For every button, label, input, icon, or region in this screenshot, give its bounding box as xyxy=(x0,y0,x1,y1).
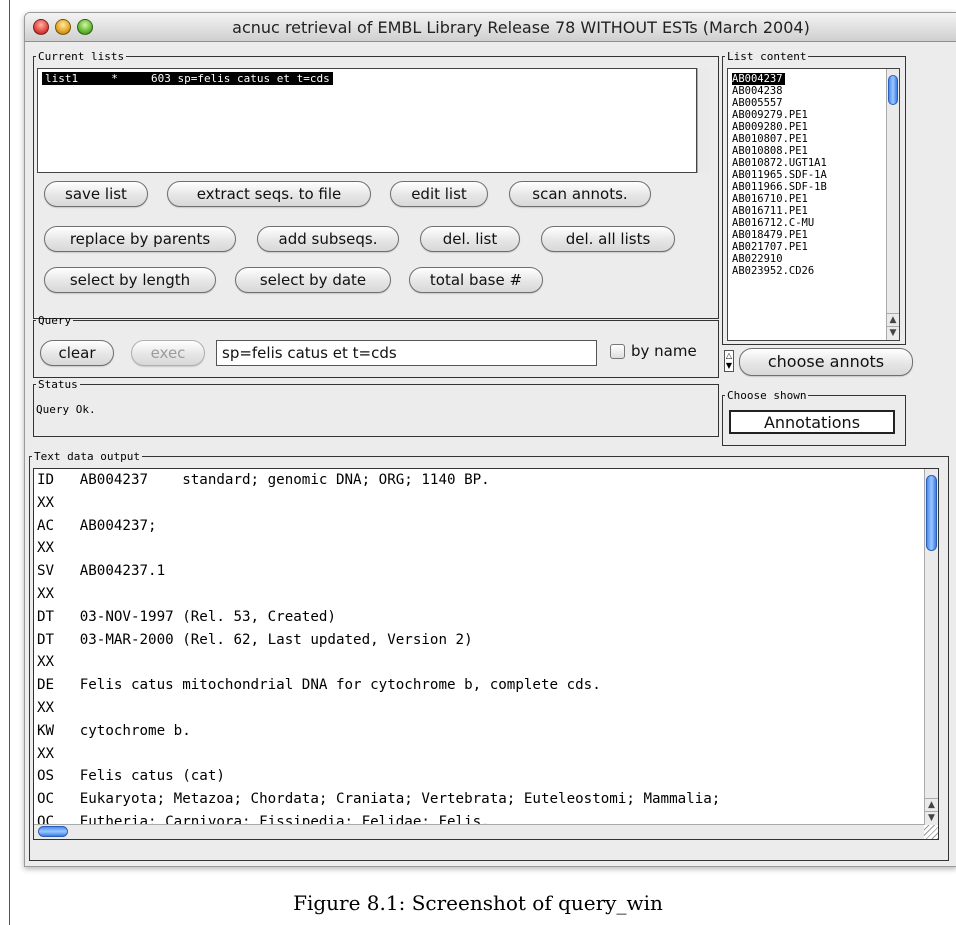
current-lists-scrollbar[interactable] xyxy=(697,68,710,173)
scroll-up-arrow-icon[interactable]: ▲ xyxy=(887,313,899,327)
text-output-line: DE Felis catus mitochondrial DNA for cyt… xyxy=(37,677,601,694)
scroll-down-arrow-icon[interactable]: ▼ xyxy=(887,326,899,340)
text-output-line: KW cytochrome b. xyxy=(37,722,191,739)
text-output-line: XX xyxy=(37,540,55,557)
text-output-line: XX xyxy=(37,494,55,511)
list-content-item[interactable]: AB009279.PE1 xyxy=(732,109,827,121)
text-output-line: XX xyxy=(37,745,55,762)
text-output-legend: Text data output xyxy=(34,450,140,463)
choose-annots-button[interactable]: choose annots xyxy=(739,348,913,376)
text-output-line: OC Eukaryota; Metazoa; Chordata; Craniat… xyxy=(37,791,721,808)
list-content-item[interactable]: AB010872.UGT1A1 xyxy=(732,157,827,169)
list-content-box[interactable]: AB004237 AB004238 AB005557 AB009279.PE1 AB00… xyxy=(727,68,900,341)
save-list-button[interactable]: save list xyxy=(44,181,148,207)
text-output-hscrollbar[interactable] xyxy=(34,824,924,839)
choose-shown-legend: Choose shown xyxy=(727,389,807,402)
choose-shown-select[interactable]: Annotations xyxy=(729,410,895,434)
list-content-item[interactable]: AB004238 xyxy=(732,85,827,97)
text-scroll-up-arrow-icon[interactable]: ▲ xyxy=(925,798,938,812)
list-content-scrollbar[interactable]: ▲ ▼ xyxy=(886,69,899,340)
page-margin-rule xyxy=(9,0,10,925)
list-content-item[interactable]: AB016712.C-MU xyxy=(732,217,827,229)
list-content-item[interactable]: AB021707.PE1 xyxy=(732,241,827,253)
by-name-label: by name xyxy=(631,342,697,360)
title-bar[interactable]: acnuc retrieval of EMBL Library Release … xyxy=(25,13,956,42)
text-output-line: DT 03-NOV-1997 (Rel. 53, Created) xyxy=(37,608,336,625)
text-output-hscroll-thumb[interactable] xyxy=(38,826,68,837)
exec-button[interactable]: exec xyxy=(131,340,205,366)
select-by-length-button[interactable]: select by length xyxy=(44,267,216,293)
text-scroll-down-arrow-icon[interactable]: ▼ xyxy=(925,811,938,825)
list-content-item[interactable]: AB016711.PE1 xyxy=(732,205,827,217)
status-text: Query Ok. xyxy=(36,403,96,416)
text-output-area[interactable]: ID AB004237 standard; genomic DNA; ORG; … xyxy=(33,468,939,840)
list-content-item[interactable]: AB011965.SDF-1A xyxy=(732,169,827,181)
scan-annots-button[interactable]: scan annots. xyxy=(509,181,651,207)
query-window: acnuc retrieval of EMBL Library Release … xyxy=(24,12,956,867)
clear-button[interactable]: clear xyxy=(40,340,114,366)
annots-stepper-icon[interactable]: △ ▼ xyxy=(724,350,734,372)
text-output-line: XX xyxy=(37,654,55,671)
list-content-item[interactable]: AB011966.SDF-1B xyxy=(732,181,827,193)
list-content-item[interactable]: AB009280.PE1 xyxy=(732,121,827,133)
text-output-line: XX xyxy=(37,585,55,602)
text-output-lines: ID AB004237 standard; genomic DNA; ORG; … xyxy=(37,469,720,834)
select-by-date-button[interactable]: select by date xyxy=(235,267,391,293)
text-output-line: SV AB004237.1 xyxy=(37,563,166,580)
extract-seqs-button[interactable]: extract seqs. to file xyxy=(167,181,371,207)
text-output-line: XX xyxy=(37,699,55,716)
current-lists-legend: Current lists xyxy=(38,50,125,63)
list-content-items: AB004237 AB004238 AB005557 AB009279.PE1 AB00… xyxy=(732,73,827,277)
zoom-window-icon[interactable] xyxy=(77,19,93,35)
add-subseqs-button[interactable]: add subseqs. xyxy=(257,226,399,252)
text-output-line: ID AB004237 standard; genomic DNA; ORG; … xyxy=(37,472,490,488)
list-content-item[interactable]: AB022910 xyxy=(732,253,827,265)
minimize-window-icon[interactable] xyxy=(55,19,71,35)
list-row-list1[interactable]: list1 * 603 sp=felis catus et t=cds xyxy=(42,72,333,85)
window-title: acnuc retrieval of EMBL Library Release … xyxy=(232,18,810,37)
by-name-checkbox[interactable] xyxy=(610,344,625,359)
text-output-line: OS Felis catus (cat) xyxy=(37,768,225,785)
list-content-item[interactable]: AB023952.CD26 xyxy=(732,265,827,277)
list-content-item[interactable]: AB004237 xyxy=(732,73,785,85)
status-legend: Status xyxy=(38,378,78,391)
query-input[interactable]: sp=felis catus et t=cds xyxy=(216,340,597,366)
replace-by-parents-button[interactable]: replace by parents xyxy=(44,226,236,252)
list-content-item[interactable]: AB005557 xyxy=(732,97,827,109)
resize-grip-icon[interactable] xyxy=(924,825,938,839)
query-legend: Query xyxy=(38,314,72,327)
list-content-item[interactable]: AB016710.PE1 xyxy=(732,193,827,205)
close-window-icon[interactable] xyxy=(33,19,49,35)
list-content-legend: List content xyxy=(727,50,807,63)
list-content-item[interactable]: AB010807.PE1 xyxy=(732,133,827,145)
status-group: Status xyxy=(33,379,719,437)
del-list-button[interactable]: del. list xyxy=(420,226,520,252)
list-content-item[interactable]: AB018479.PE1 xyxy=(732,229,827,241)
total-base-button[interactable]: total base # xyxy=(409,267,543,293)
text-output-line: AC AB004237; xyxy=(37,517,157,534)
edit-list-button[interactable]: edit list xyxy=(390,181,488,207)
text-output-line: DT 03-MAR-2000 (Rel. 62, Last updated, V… xyxy=(37,631,473,648)
text-output-vscrollbar[interactable]: ▲ ▼ xyxy=(924,469,938,825)
figure-caption: Figure 8.1: Screenshot of query_win xyxy=(293,891,663,915)
text-output-vscroll-thumb[interactable] xyxy=(926,475,937,551)
list-content-item[interactable]: AB010808.PE1 xyxy=(732,145,827,157)
del-all-lists-button[interactable]: del. all lists xyxy=(541,226,675,252)
current-lists-box[interactable]: list1 * 603 sp=felis catus et t=cds xyxy=(37,68,697,173)
list-content-scroll-thumb[interactable] xyxy=(888,75,898,105)
